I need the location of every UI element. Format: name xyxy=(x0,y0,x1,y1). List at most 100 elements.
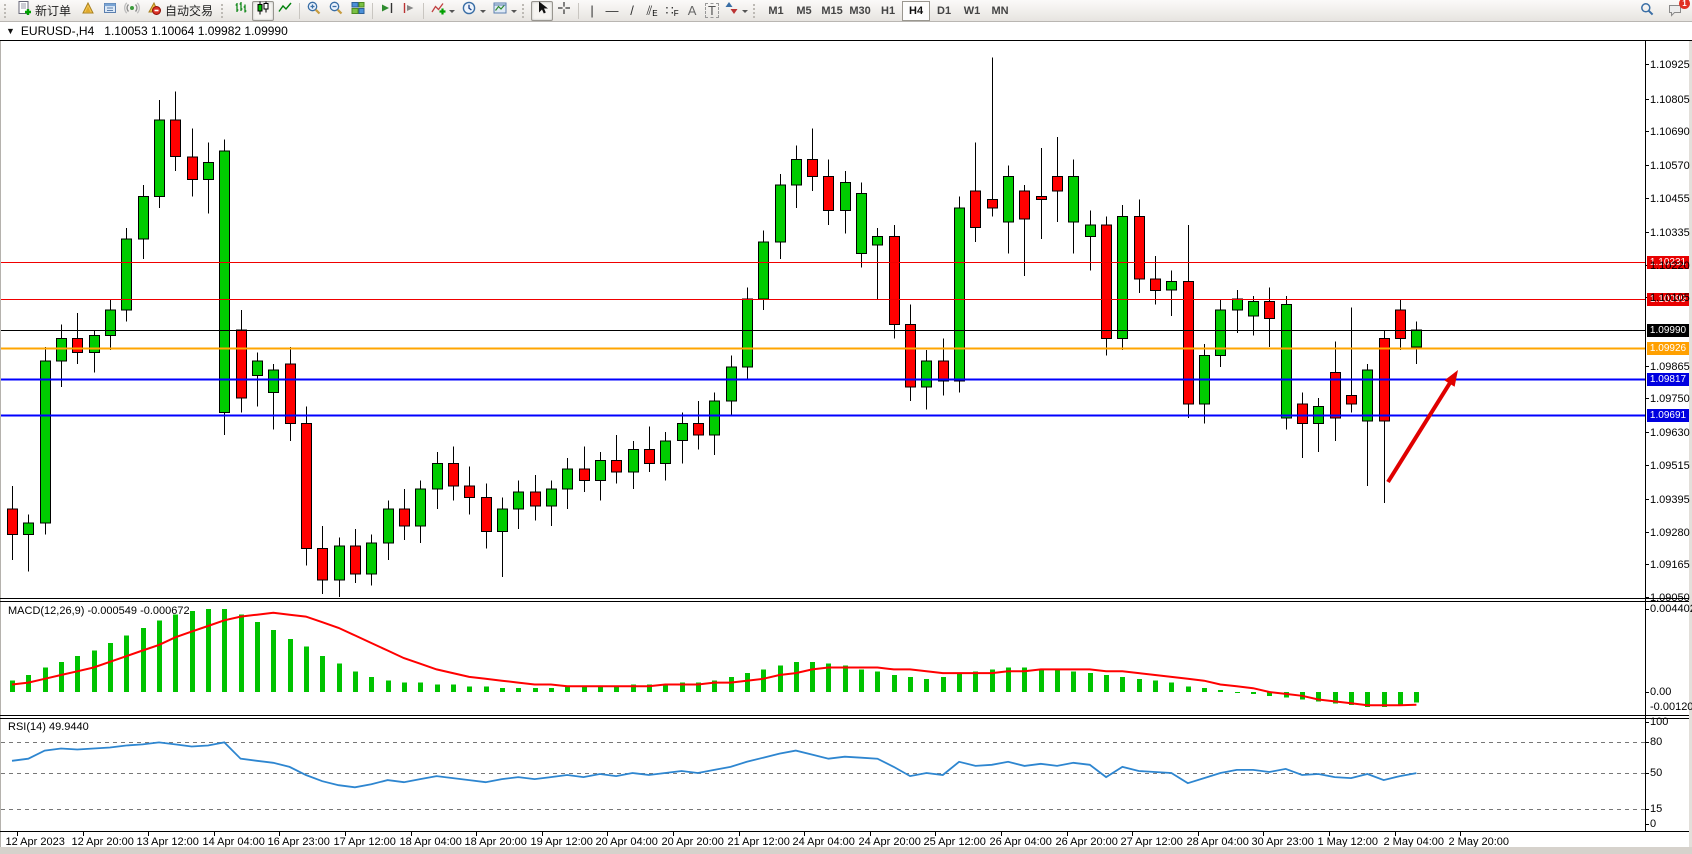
timeframe-m30-button[interactable]: M30 xyxy=(846,1,874,21)
candle-down xyxy=(1265,302,1275,319)
bar-chart-icon xyxy=(233,0,249,21)
window-bottom-edge xyxy=(0,847,1692,854)
toolbar-grip[interactable] xyxy=(753,4,758,18)
chart-ohlc-values: 1.10053 1.10064 1.09982 1.09990 xyxy=(104,24,288,38)
fibonacci-button[interactable]: ∷ F xyxy=(662,1,682,21)
candle-down xyxy=(171,120,181,157)
fibonacci-sub-label: F xyxy=(674,9,679,18)
candle-down xyxy=(645,449,655,463)
arrows-button[interactable] xyxy=(722,1,751,21)
trendline-button[interactable]: / xyxy=(622,1,642,21)
candle-up xyxy=(139,197,149,240)
timeframe-d1-button[interactable]: D1 xyxy=(930,1,958,21)
timeframe-h1-button[interactable]: H1 xyxy=(874,1,902,21)
candle-up xyxy=(433,464,443,490)
candle-down xyxy=(482,498,492,532)
candle-down xyxy=(465,486,475,497)
candle-up xyxy=(743,299,753,367)
candle-up xyxy=(1249,302,1259,316)
channel-sub-label: E xyxy=(652,9,657,18)
timeframe-h4-button[interactable]: H4 xyxy=(902,1,930,21)
text-label-button[interactable]: T xyxy=(702,1,722,21)
candle-up xyxy=(792,160,802,186)
timeframe-m1-button[interactable]: M1 xyxy=(762,1,790,21)
data-window-button[interactable] xyxy=(99,1,121,21)
candle-up xyxy=(384,509,394,543)
timeframe-m5-button[interactable]: M5 xyxy=(790,1,818,21)
candle-down xyxy=(1298,404,1308,424)
text-label-icon: T xyxy=(705,3,719,18)
bar-chart-button[interactable] xyxy=(230,1,252,21)
candle-up xyxy=(678,424,688,441)
notifications-button[interactable]: 1 xyxy=(1664,1,1686,21)
templates-icon xyxy=(492,0,508,21)
dropdown-arrow-icon xyxy=(742,10,748,16)
new-order-label: 新订单 xyxy=(35,2,71,19)
timeframe-mn-button[interactable]: MN xyxy=(986,1,1014,21)
annotation-arrow-line[interactable] xyxy=(1388,380,1452,482)
chart-canvas[interactable] xyxy=(0,0,1692,854)
candle-up xyxy=(857,194,867,254)
search-button[interactable] xyxy=(1636,1,1658,21)
templates-button[interactable] xyxy=(489,1,520,21)
candle-up xyxy=(367,543,377,574)
candle-up xyxy=(269,370,279,393)
candle-up xyxy=(759,242,769,299)
candle-up xyxy=(873,236,883,245)
candle-down xyxy=(531,492,541,506)
candle-up xyxy=(1118,216,1128,338)
toolbar-grip[interactable] xyxy=(4,4,9,18)
candle-down xyxy=(449,464,459,487)
dropdown-arrow-icon xyxy=(480,10,486,16)
candle-down xyxy=(694,424,704,435)
collapse-arrow-icon[interactable]: ▼ xyxy=(6,26,15,36)
autotrading-icon xyxy=(146,0,162,21)
new-order-button[interactable]: 新订单 xyxy=(13,1,77,21)
vertical-line-button[interactable]: | xyxy=(582,1,602,21)
candle-up xyxy=(596,461,606,481)
candle-up xyxy=(253,361,263,375)
timeframe-w1-button[interactable]: W1 xyxy=(958,1,986,21)
market-watch-button[interactable] xyxy=(77,1,99,21)
candle-up xyxy=(514,492,524,509)
annotation-arrow-head[interactable] xyxy=(1444,370,1458,387)
signals-button[interactable] xyxy=(121,1,143,21)
horizontal-line-icon: — xyxy=(606,4,619,17)
candle-up xyxy=(204,162,214,179)
indicators-button[interactable] xyxy=(427,1,458,21)
zoom-out-button[interactable] xyxy=(325,1,347,21)
crosshair-button[interactable] xyxy=(553,1,575,21)
toolbar-grip[interactable] xyxy=(522,4,527,18)
arrows-icon xyxy=(725,0,739,21)
timeframe-m15-button[interactable]: M15 xyxy=(818,1,846,21)
candle-up xyxy=(106,310,116,336)
tile-windows-button[interactable] xyxy=(347,1,369,21)
horizontal-line-button[interactable]: — xyxy=(602,1,622,21)
cursor-icon xyxy=(534,0,550,21)
periods-button[interactable] xyxy=(458,1,489,21)
candle-up xyxy=(841,182,851,210)
candle-up xyxy=(955,208,965,381)
autotrading-label: 自动交易 xyxy=(165,2,213,19)
market-watch-icon xyxy=(80,0,96,21)
candle-up xyxy=(1233,299,1243,310)
candle-up xyxy=(1086,225,1096,236)
zoom-in-button[interactable] xyxy=(303,1,325,21)
candle-down xyxy=(318,549,328,580)
toolbar-grip[interactable] xyxy=(221,4,226,18)
line-chart-button[interactable] xyxy=(274,1,296,21)
chart-shift-button[interactable] xyxy=(398,1,420,21)
cursor-button[interactable] xyxy=(531,1,553,21)
text-button[interactable]: A xyxy=(682,1,702,21)
chart-title-strip: ▼ EURUSD-,H4 1.10053 1.10064 1.09982 1.0… xyxy=(0,22,1692,41)
candlestick-chart-button[interactable] xyxy=(252,1,274,21)
auto-scroll-button[interactable] xyxy=(376,1,398,21)
candle-down xyxy=(1151,279,1161,290)
candle-up xyxy=(1167,282,1177,291)
candle-up xyxy=(41,361,51,523)
candle-up xyxy=(57,339,67,362)
autotrading-button[interactable]: 自动交易 xyxy=(143,1,219,21)
chart-symbol-title: EURUSD-,H4 xyxy=(21,24,94,38)
channel-button[interactable]: ⫽ E xyxy=(642,1,662,21)
zoom-in-icon xyxy=(306,0,322,21)
